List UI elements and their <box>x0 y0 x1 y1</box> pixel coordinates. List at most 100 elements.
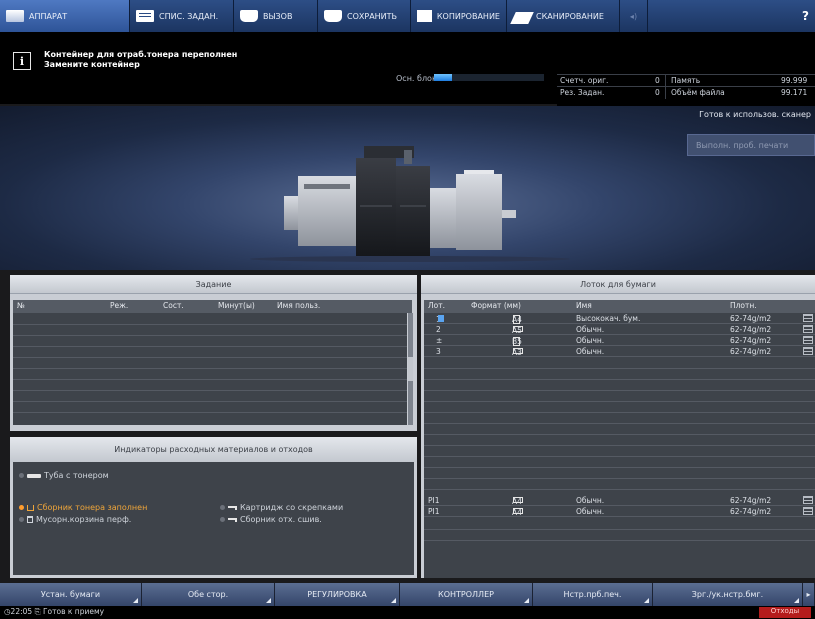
status-dot <box>19 473 24 478</box>
job-col-number[interactable]: № <box>17 301 25 310</box>
tray-row-1[interactable]: 1 A4 Высококач. бум. 62-74g/m2 <box>424 313 815 324</box>
adjustment-button[interactable]: РЕГУЛИРОВКА <box>275 583 400 606</box>
tab-job-list-label: СПИС. ЗАДАН. <box>159 11 219 21</box>
tray-row-3[interactable]: ± B5 Обычн. 62-74g/m2 <box>424 335 815 346</box>
tray-id: PI1 <box>428 496 440 505</box>
tray-row-4[interactable]: 3 A3 Обычн. 62-74g/m2 <box>424 346 815 357</box>
tray-col-size: Формат (мм) <box>471 301 521 310</box>
tray-weight: 62-74g/m2 <box>730 325 772 334</box>
tray-paper-name: Обычн. <box>576 496 605 505</box>
help-button[interactable]: ? <box>648 0 815 32</box>
staple-cartridge-icon <box>228 505 237 510</box>
tray-id: 3 <box>436 347 441 356</box>
tab-save-label: СОХРАНИТЬ <box>347 11 398 21</box>
paper-level-gauge-icon <box>803 314 813 322</box>
document-icon: ⎘ <box>34 607 43 616</box>
job-scroll-thumb[interactable] <box>408 357 413 381</box>
orig-count-value: 0 <box>655 76 660 85</box>
landscape-paper-icon <box>513 508 523 514</box>
tray-weight: 62-74g/m2 <box>730 347 772 356</box>
file-size-label: Объём файла <box>671 88 725 97</box>
paper-level-gauge-icon <box>803 496 813 504</box>
paper-level-gauge-icon <box>803 325 813 333</box>
counter-row-2: Рез. Задан. 0 Объём файла 99.171 <box>557 86 815 99</box>
tray-weight: 62-74g/m2 <box>730 496 772 505</box>
punch-bin-indicator: Мусорн.корзина перф. <box>19 515 131 524</box>
consumables-panel: Индикаторы расходных материалов и отходо… <box>10 437 417 578</box>
counter-panel: Счетч. ориг. 0 Память 99.999 Рез. Задан.… <box>557 32 815 106</box>
paper-level-gauge-icon <box>803 336 813 344</box>
more-arrow-icon[interactable]: ▸ <box>803 583 815 606</box>
tray-row-2[interactable]: 2 A5 Обычн. 62-74g/m2 <box>424 324 815 335</box>
job-panel-title: Задание <box>10 275 417 294</box>
main-unit-progress-fill <box>434 74 452 81</box>
job-col-status[interactable]: Сост. <box>163 301 184 310</box>
job-panel: Задание № Реж. Сост. Минут(ы) Имя польз. <box>10 275 417 431</box>
reserved-jobs-value: 0 <box>655 88 660 97</box>
duplex-button[interactable]: Обе стор. <box>142 583 275 606</box>
copy-icon <box>417 10 432 22</box>
tray-paper-name: Высококач. бум. <box>576 314 641 323</box>
toner-tube-indicator: Туба с тонером <box>19 471 109 480</box>
main-unit-progress <box>434 74 544 81</box>
waste-alert-badge[interactable]: Отходы <box>759 607 811 618</box>
selected-tray-icon <box>438 315 444 322</box>
settings-icon: ◂) <box>629 11 638 21</box>
tab-recall[interactable]: ВЫЗОВ <box>234 0 318 32</box>
save-icon <box>324 10 342 22</box>
portrait-paper-icon <box>513 337 520 346</box>
settings-button[interactable]: ◂) <box>620 0 648 32</box>
status-text: Готов к приему <box>42 607 105 616</box>
tab-bar: АППАРАТ СПИС. ЗАДАН. ВЫЗОВ СОХРАНИТЬ КОП… <box>0 0 815 32</box>
message-area: i Контейнер для отраб.тонера переполнен … <box>0 32 557 104</box>
help-icon: ? <box>802 9 809 23</box>
tray-paper-name: Обычн. <box>576 347 605 356</box>
tray-col-weight: Плотн. <box>730 301 757 310</box>
sample-print-settings-button[interactable]: Нстр.прб.печ. <box>533 583 653 606</box>
paper-load-settings-button[interactable]: Зрг./ук.нстр.бмг. <box>653 583 803 606</box>
job-col-mode[interactable]: Реж. <box>110 301 128 310</box>
paper-tray-panel: Лоток для бумаги Лот. Формат (мм) Имя Пл… <box>421 275 815 578</box>
tray-col-tray: Лот. <box>428 301 445 310</box>
landscape-paper-icon <box>513 497 523 503</box>
staple-waste-indicator: Сборник отх. сшив. <box>220 515 322 524</box>
job-col-user[interactable]: Имя польз. <box>277 301 320 310</box>
main-unit-label: Осн. блок <box>396 74 437 83</box>
reserved-jobs-label: Рез. Задан. <box>560 88 605 97</box>
consumables-body: Туба с тонером Сборник тонера заполнен М… <box>13 462 414 575</box>
ready-status-text: Готов к использов. сканер <box>699 110 811 119</box>
landscape-paper-icon <box>513 348 523 354</box>
controller-button[interactable]: КОНТРОЛЛЕР <box>400 583 533 606</box>
job-list-scrollbar[interactable] <box>408 313 413 425</box>
memory-label: Память <box>671 76 701 85</box>
paper-level-gauge-icon <box>803 347 813 355</box>
tab-scan[interactable]: СКАНИРОВАНИЕ <box>507 0 620 32</box>
alert-message-line1: Контейнер для отраб.тонера переполнен <box>44 50 238 59</box>
tab-save[interactable]: СОХРАНИТЬ <box>318 0 411 32</box>
machine-icon <box>6 10 24 22</box>
punch-bin-icon <box>27 516 33 523</box>
toner-box-label: Сборник тонера заполнен <box>37 503 148 512</box>
tray-id: 2 <box>436 325 441 334</box>
status-clock: ◷22:05 ⎘ Готов к приему <box>4 607 104 617</box>
toner-tube-icon <box>27 473 41 478</box>
paper-level-gauge-icon <box>803 507 813 515</box>
toner-tube-label: Туба с тонером <box>44 471 109 480</box>
tab-machine[interactable]: АППАРАТ <box>0 0 130 32</box>
pi-tray-row-2[interactable]: PI1 A4 Обычн. 62-74g/m2 <box>424 506 815 517</box>
pi-tray-row-1[interactable]: PI1 A4 Обычн. 62-74g/m2 <box>424 495 815 506</box>
file-size-value: 99.171 <box>781 88 808 97</box>
tray-col-name: Имя <box>576 301 592 310</box>
sample-print-button[interactable]: Выполн. проб. печати <box>687 134 815 156</box>
job-col-minutes[interactable]: Минут(ы) <box>218 301 255 310</box>
paper-setting-button[interactable]: Устан. бумаги <box>0 583 142 606</box>
scan-icon <box>510 12 534 24</box>
tab-job-list[interactable]: СПИС. ЗАДАН. <box>130 0 234 32</box>
job-list[interactable] <box>13 313 407 425</box>
machine-banner: Готов к использов. сканер Выполн. проб. … <box>0 106 815 270</box>
job-table-header: № Реж. Сост. Минут(ы) Имя польз. <box>13 300 412 313</box>
tab-recall-label: ВЫЗОВ <box>263 11 293 21</box>
memory-value: 99.999 <box>781 76 808 85</box>
tab-copy[interactable]: КОПИРОВАНИЕ <box>411 0 507 32</box>
warning-dot <box>19 505 24 510</box>
